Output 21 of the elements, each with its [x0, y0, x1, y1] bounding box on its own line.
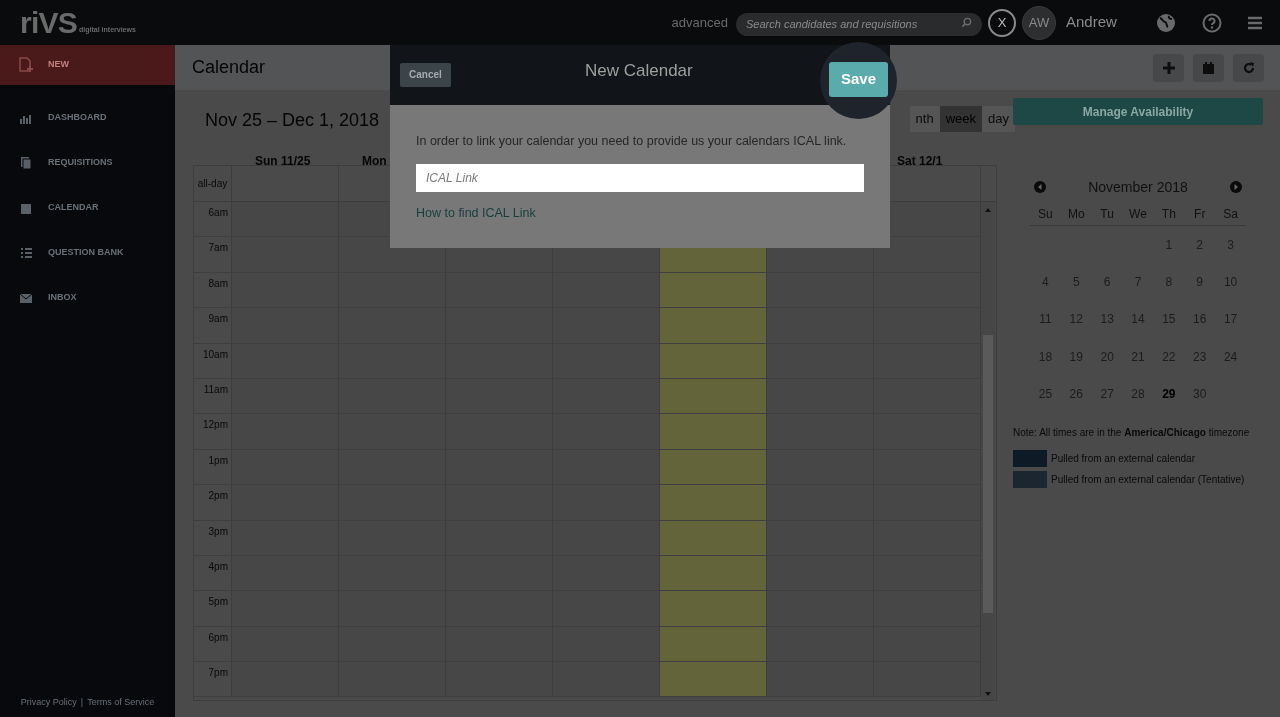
weekday-label: We [1128, 205, 1148, 223]
weekday-label: Sa [1222, 205, 1239, 223]
weekday-label: Su [1037, 205, 1054, 223]
logo: riVS [20, 7, 78, 38]
timezone-note: Note: All times are in the America/Chicago timezone [1013, 426, 1251, 441]
modal-title: New Calendar [585, 60, 693, 82]
day-header: Sat 12/1 [897, 154, 943, 168]
date-range-title: Nov 25 – Dec 1, 2018 [205, 108, 380, 132]
page-title: Calendar [192, 56, 266, 79]
all-day-label: all-day [194, 166, 232, 201]
weekday-label: Tu [1099, 205, 1115, 223]
day-header: Sun 11/25 [255, 154, 311, 168]
modal-message: In order to link your calendar you need to provide us your calendars ICAL link. [416, 133, 848, 150]
mini-calendar-month: November 2018 [1088, 177, 1188, 197]
day-header: Mon [362, 154, 387, 168]
legend-label: Pulled from an external calendar [1051, 452, 1195, 467]
separator: | [80, 695, 84, 709]
weekday-label: Mo [1066, 205, 1086, 223]
weekday-label: Th [1160, 205, 1177, 223]
legend-label: Pulled from an external calendar (Tentative) [1051, 473, 1245, 488]
weekday-label: Fr [1193, 205, 1207, 223]
